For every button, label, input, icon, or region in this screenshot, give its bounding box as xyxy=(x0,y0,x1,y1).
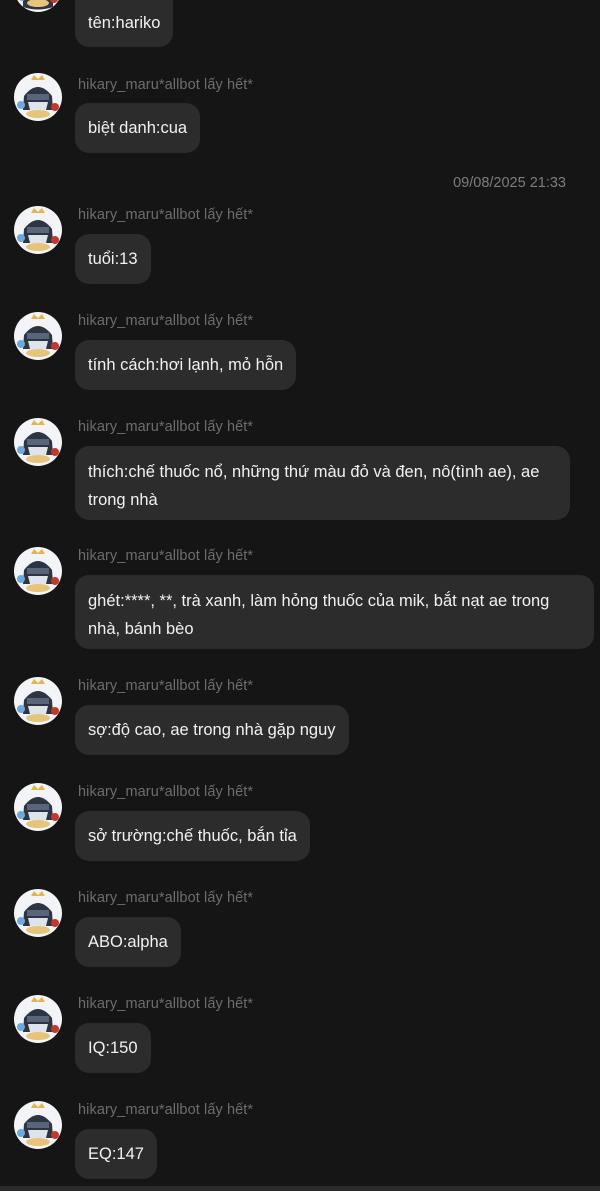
message-bubble[interactable]: sợ:độ cao, ae trong nhà gặp nguy xyxy=(75,705,349,755)
avatar[interactable] xyxy=(13,546,63,596)
message-text: thích:chế thuốc nổ, những thứ màu đỏ và … xyxy=(88,463,540,509)
message-bubble[interactable]: sở trường:chế thuốc, bắn tỉa xyxy=(75,811,310,861)
message-text: EQ:147 xyxy=(88,1144,144,1163)
message-bubble[interactable]: IQ:150 xyxy=(75,1023,151,1073)
avatar-icon xyxy=(14,783,62,831)
message-text: ghét:****, **, trà xanh, làm hỏng thuốc … xyxy=(88,592,550,638)
avatar-icon xyxy=(17,0,59,12)
sender-name[interactable]: hikary_maru*allbot lấy hết* xyxy=(78,548,253,564)
avatar-icon xyxy=(14,1101,62,1149)
sender-name[interactable]: hikary_maru*allbot lấy hết* xyxy=(78,207,253,223)
message-text: tuổi:13 xyxy=(88,249,138,268)
sender-name[interactable]: hikary_maru*allbot lấy hết* xyxy=(78,890,253,906)
message-bubble[interactable]: ABO:alpha xyxy=(75,917,181,967)
message-text: tên:hariko xyxy=(88,14,161,32)
message-bubble[interactable]: tên:hariko xyxy=(75,0,174,47)
avatar[interactable] xyxy=(13,0,63,13)
timestamp: 09/08/2025 21:33 xyxy=(453,175,566,191)
avatar-icon xyxy=(14,73,62,121)
avatar-icon xyxy=(14,547,62,595)
avatar[interactable] xyxy=(13,888,63,938)
avatar[interactable] xyxy=(13,72,63,122)
chat-screen: tên:hariko hikary_maru*allbot lấy hết* b… xyxy=(0,0,600,1191)
message-bubble[interactable]: biệt danh:cua xyxy=(75,103,201,153)
message-text: IQ:150 xyxy=(88,1038,138,1057)
bottom-divider xyxy=(0,1186,600,1191)
avatar-icon xyxy=(14,889,62,937)
avatar[interactable] xyxy=(13,782,63,832)
sender-name[interactable]: hikary_maru*allbot lấy hết* xyxy=(78,784,253,800)
avatar[interactable] xyxy=(13,994,63,1044)
sender-name[interactable]: hikary_maru*allbot lấy hết* xyxy=(78,313,253,329)
message-bubble[interactable]: tuổi:13 xyxy=(75,234,151,284)
message-bubble[interactable]: EQ:147 xyxy=(75,1129,157,1179)
message-bubble[interactable]: ghét:****, **, trà xanh, làm hỏng thuốc … xyxy=(75,575,594,649)
message-bubble[interactable]: tính cách:hơi lạnh, mỏ hỗn xyxy=(75,340,297,390)
sender-name[interactable]: hikary_maru*allbot lấy hết* xyxy=(78,678,253,694)
sender-name[interactable]: hikary_maru*allbot lấy hết* xyxy=(78,1102,253,1118)
avatar[interactable] xyxy=(13,311,63,361)
sender-name[interactable]: hikary_maru*allbot lấy hết* xyxy=(78,419,253,435)
avatar[interactable] xyxy=(13,1100,63,1150)
message-text: sợ:độ cao, ae trong nhà gặp nguy xyxy=(88,720,336,739)
avatar-icon xyxy=(14,312,62,360)
avatar[interactable] xyxy=(13,417,63,467)
message-text: biệt danh:cua xyxy=(88,118,188,137)
message-text: tính cách:hơi lạnh, mỏ hỗn xyxy=(88,355,284,374)
avatar-icon xyxy=(14,418,62,466)
message-text: sở trường:chế thuốc, bắn tỉa xyxy=(88,826,297,845)
avatar[interactable] xyxy=(13,676,63,726)
sender-name[interactable]: hikary_maru*allbot lấy hết* xyxy=(78,77,253,93)
avatar[interactable] xyxy=(13,205,63,255)
message-text: ABO:alpha xyxy=(88,932,168,951)
sender-name[interactable]: hikary_maru*allbot lấy hết* xyxy=(78,996,253,1012)
avatar-icon xyxy=(14,677,62,725)
avatar-icon xyxy=(14,995,62,1043)
avatar-icon xyxy=(14,206,62,254)
message-bubble[interactable]: thích:chế thuốc nổ, những thứ màu đỏ và … xyxy=(75,446,570,520)
